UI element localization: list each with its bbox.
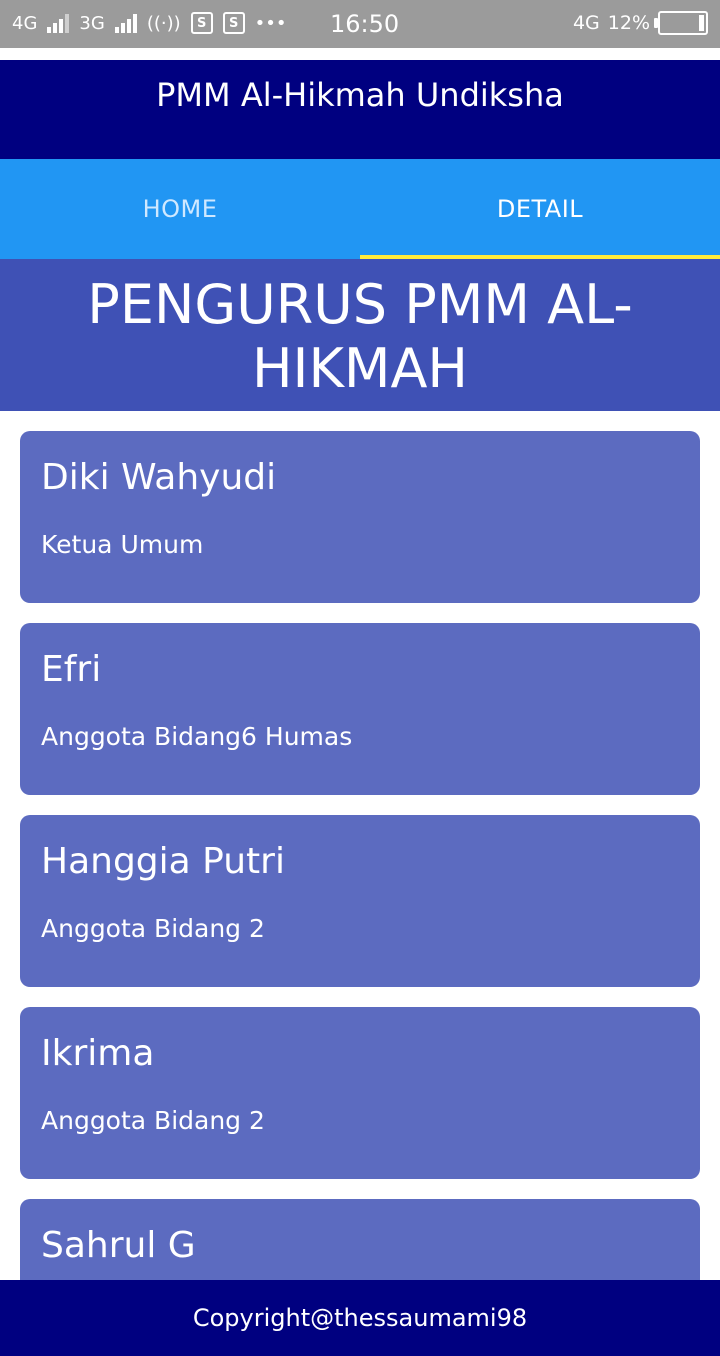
member-role: Anggota Bidang 2 [41,914,265,943]
member-card[interactable]: Efri Anggota Bidang6 Humas [20,623,700,795]
signal-icon [114,13,137,33]
status-bar: 4G 3G ((·)) S S ••• 16:50 4G 12% [0,0,720,48]
member-role: Anggota Bidang 2 [41,1106,265,1135]
member-card[interactable]: Ikrima Anggota Bidang 2 [20,1007,700,1179]
member-name: Hanggia Putri [41,841,285,882]
member-name: Efri [41,649,102,690]
copyright-text: Copyright@thessaumami98 [192,1304,528,1332]
footer: Copyright@thessaumami98 [0,1280,720,1356]
tab-home[interactable]: HOME [0,159,360,259]
clock: 16:50 [330,10,400,38]
section-heading: PENGURUS PMM AL-HIKMAH [87,273,633,400]
member-name: Sahrul G [41,1225,196,1266]
hotspot-icon: ((·)) [146,12,181,34]
app-bar: PMM Al-Hikmah Undiksha [0,60,720,159]
member-name: Ikrima [41,1033,155,1074]
member-name: Diki Wahyudi [41,457,277,498]
network-type-right: 4G [572,12,600,34]
status-right: 4G 12% [573,11,708,35]
battery-percent: 12% [607,12,650,34]
signal-icon [47,13,70,33]
member-role: Anggota Bidang6 Humas [41,722,353,751]
more-icon: ••• [254,12,287,34]
tab-bar: HOME DETAIL [0,159,720,259]
status-left: 4G 3G ((·)) S S ••• [12,12,286,34]
network-type-2: 3G [79,12,105,34]
screen: 4G 3G ((·)) S S ••• 16:50 4G 12% PMM Al-… [0,0,720,1356]
s-icon: S [190,12,213,34]
member-card[interactable]: Hanggia Putri Anggota Bidang 2 [20,815,700,987]
section-header: PENGURUS PMM AL-HIKMAH [0,259,720,411]
member-role: Ketua Umum [41,530,204,559]
tab-detail[interactable]: DETAIL [360,159,720,259]
app-title: PMM Al-Hikmah Undiksha [156,76,564,114]
battery-icon [654,11,708,35]
s-icon: S [222,12,245,34]
network-type-1: 4G [12,12,38,34]
member-card[interactable]: Diki Wahyudi Ketua Umum [20,431,700,603]
